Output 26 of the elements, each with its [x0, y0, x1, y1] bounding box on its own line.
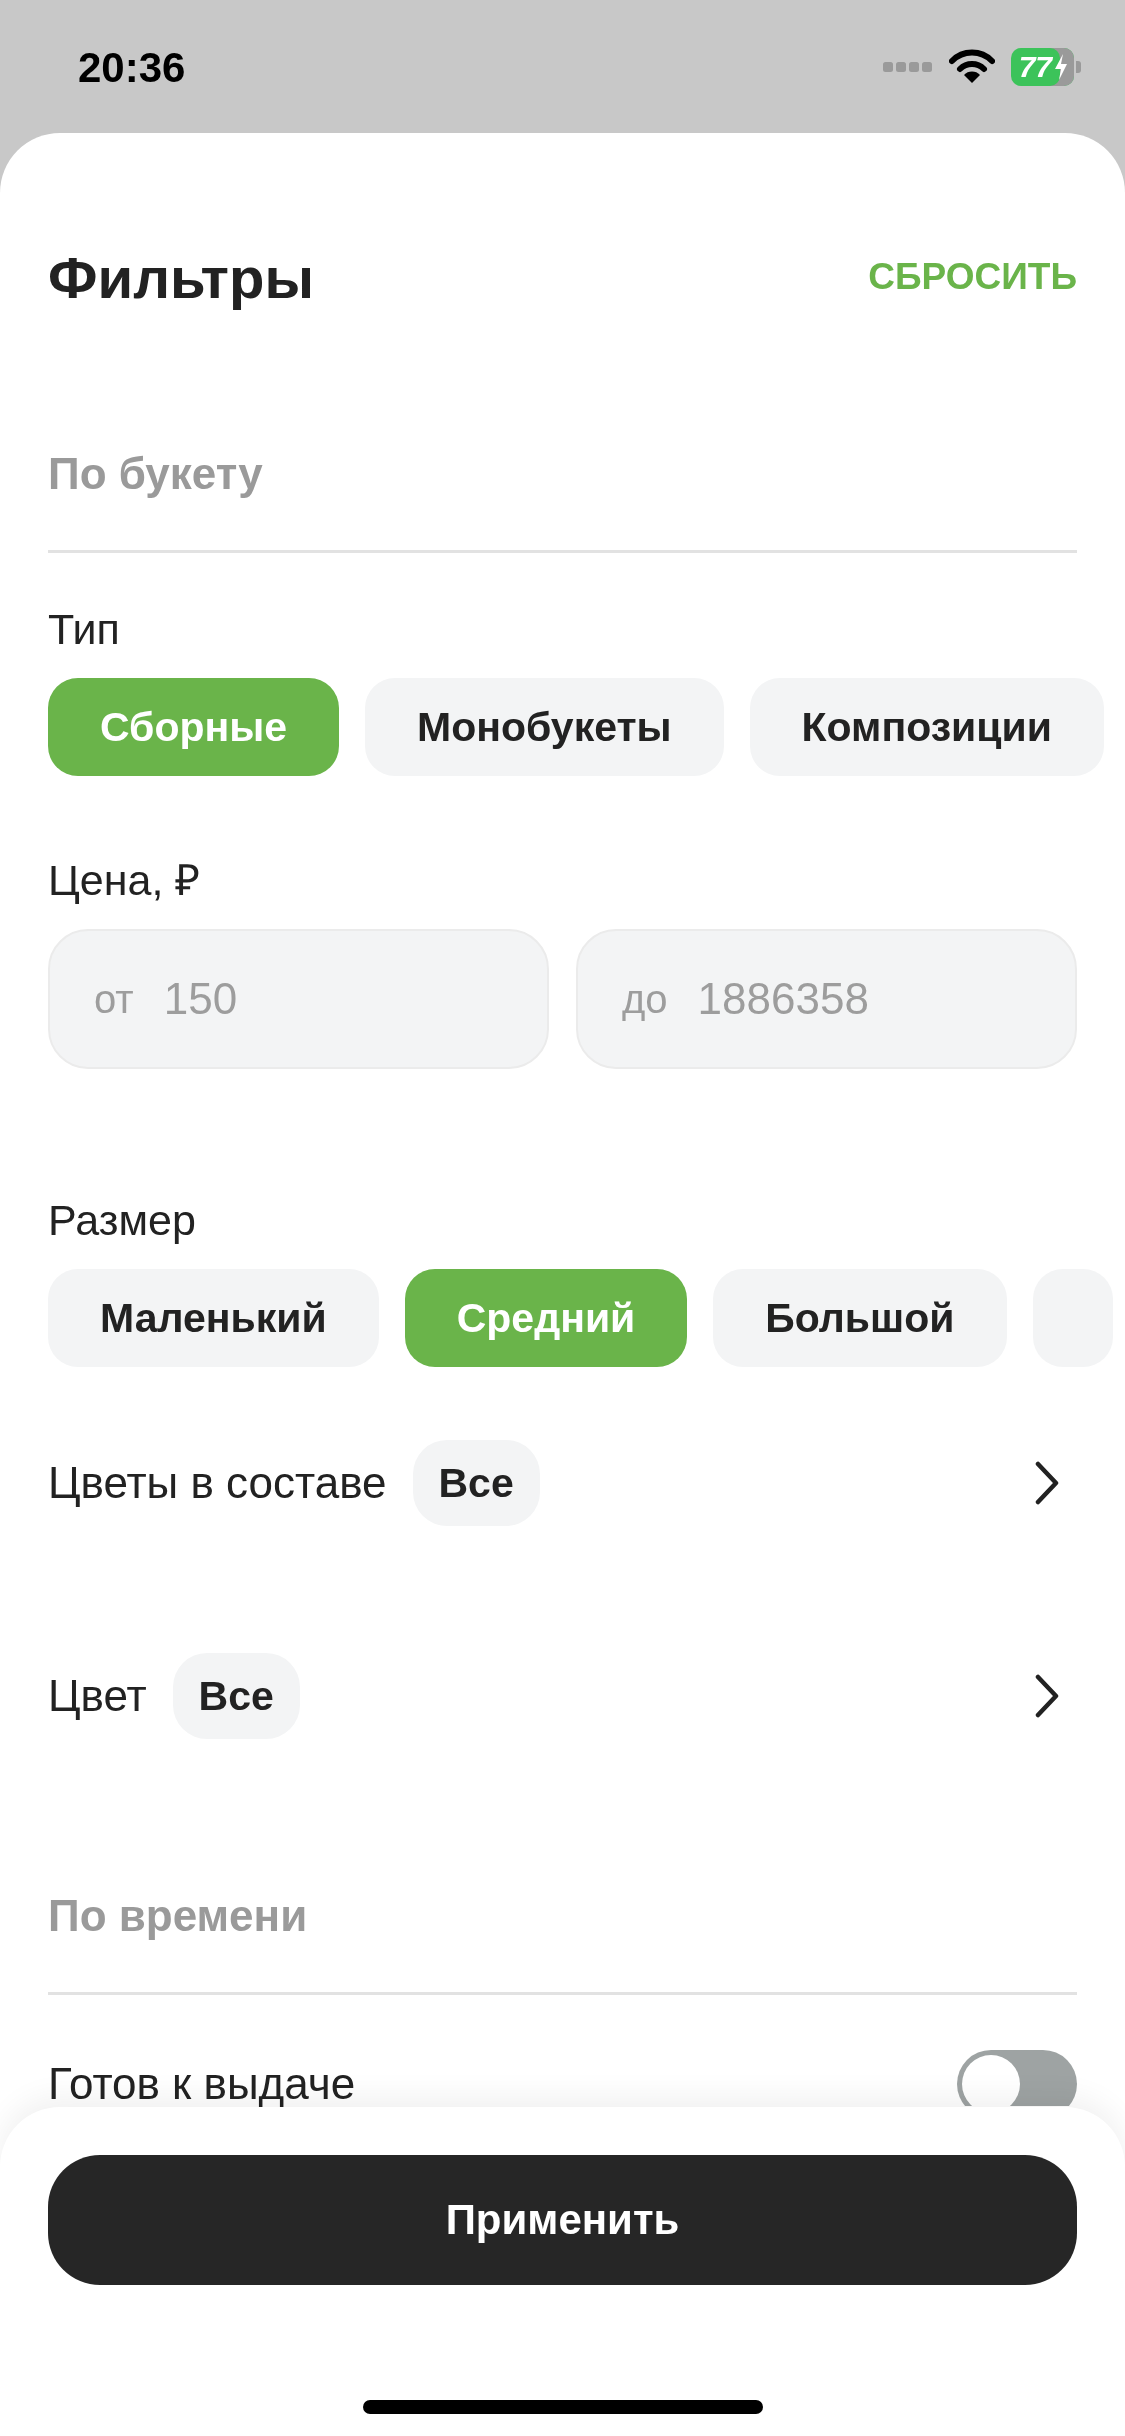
row-label: Цветы в составе [48, 1458, 387, 1508]
field-prefix: до [622, 976, 668, 1022]
value-pill: Все [412, 1440, 540, 1526]
section-heading: По времени [48, 1890, 309, 1942]
wifi-icon [948, 48, 995, 85]
value-pill: Все [172, 1653, 300, 1739]
size-chip[interactable]: Маленький [48, 1269, 379, 1367]
field-label: Тип [48, 604, 121, 654]
field-label: Размер [48, 1195, 197, 1245]
type-chip[interactable]: Композиции [749, 678, 1104, 776]
chevron-right-icon[interactable] [1035, 1461, 1059, 1505]
size-chip[interactable]: Большой [713, 1269, 1007, 1367]
field-prefix: от [94, 976, 134, 1022]
placeholder-text: 150 [163, 974, 238, 1024]
section-heading: По букету [48, 448, 264, 500]
apply-button[interactable]: Применить [48, 2155, 1077, 2285]
toggle-switch[interactable] [957, 2050, 1077, 2106]
toggle-label: Готов к выдаче [48, 2059, 356, 2109]
chevron-right-icon[interactable] [1035, 1674, 1059, 1718]
placeholder-text: 1886358 [697, 974, 869, 1024]
screen-title: Фильтры [48, 243, 314, 311]
row-label: Цвет [48, 1671, 147, 1721]
field-label: Цена, ₽ [48, 854, 202, 903]
status-time: 20:36 [78, 43, 186, 92]
type-chip[interactable]: Монобукеты [365, 678, 724, 776]
signal-icon [882, 60, 933, 73]
